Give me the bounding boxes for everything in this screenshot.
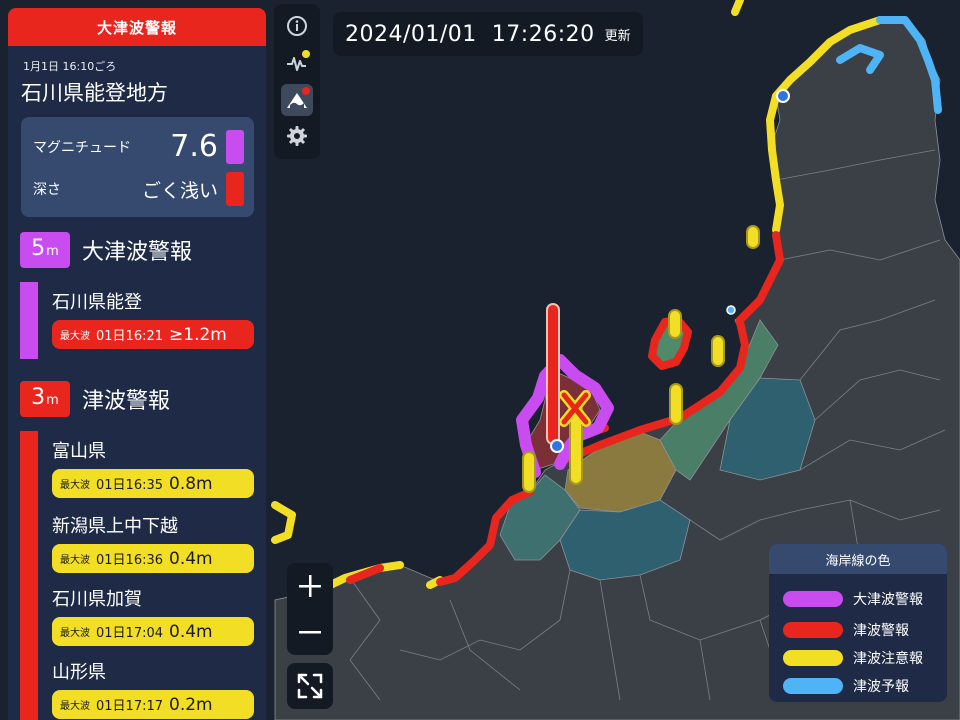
gear-icon <box>287 126 307 146</box>
max-wave-pill: 最大波 01日16:35 0.8m <box>52 469 254 498</box>
legend-label: 大津波警報 <box>853 592 923 608</box>
plus-icon <box>299 575 321 597</box>
max-wave-height: 0.4m <box>169 548 213 569</box>
max-wave-time: 01日16:35 <box>96 478 164 493</box>
update-timestamp: 2024/01/01 17:26:20 更新 <box>333 12 643 56</box>
station-marker[interactable] <box>726 305 736 315</box>
settings-button[interactable] <box>281 120 313 152</box>
expand-icon <box>297 673 323 699</box>
major-warning-height-badge: 5m <box>20 232 70 268</box>
legend-item: 津波予報 <box>783 676 909 696</box>
legend-swatch <box>783 622 843 638</box>
major-warning-header: 5m 大津波警報 <box>20 232 192 268</box>
station-marker[interactable] <box>776 89 790 103</box>
max-wave-height: 0.4m <box>169 621 213 642</box>
info-button[interactable] <box>281 10 313 42</box>
max-wave-height: 0.2m <box>169 694 213 715</box>
max-wave-label: 最大波 <box>60 555 90 566</box>
fault-segment-red <box>546 303 560 445</box>
timestamp-datetime: 2024/01/01 17:26:20 <box>345 21 595 47</box>
legend-item: 大津波警報 <box>783 589 923 609</box>
zoom-control <box>287 563 333 655</box>
area-name: 石川県能登 <box>52 292 142 313</box>
quake-info-box: マグニチュード 7.6 深さ ごく浅い <box>21 117 254 217</box>
fullscreen-button[interactable] <box>287 663 333 709</box>
max-wave-time: 01日17:04 <box>96 626 164 641</box>
max-wave-label: 最大波 <box>60 480 90 491</box>
legend-item: 津波警報 <box>783 620 909 640</box>
tsunami-badge <box>302 87 310 95</box>
area-name: 山形県 <box>52 662 106 683</box>
max-wave-pill: 最大波 01日16:36 0.4m <box>52 544 254 573</box>
station-marker[interactable] <box>550 439 564 453</box>
zoom-in-button[interactable] <box>287 563 333 609</box>
major-warning-title: 大津波警報 <box>82 240 193 265</box>
max-wave-pill: 最大波 01日16:21 ≥1.2m <box>52 320 254 349</box>
depth-label: 深さ <box>33 182 61 198</box>
tsunami-info-panel: 大津波警報 1月1日 16:10ごろ 石川県能登地方 マグニチュード 7.6 深… <box>8 8 266 720</box>
depth-color-swatch <box>226 172 244 206</box>
timestamp-suffix: 更新 <box>604 28 631 44</box>
area-item[interactable]: 山形県 最大波 01日17:17 0.2m <box>52 658 254 719</box>
max-wave-label: 最大波 <box>60 628 90 639</box>
max-wave-time: 01日16:36 <box>96 553 164 568</box>
max-wave-time: 01日16:21 <box>96 329 164 344</box>
max-wave-time: 01日17:17 <box>96 699 164 714</box>
major-warning-bar <box>20 282 38 359</box>
warning-height: 3 <box>31 385 46 410</box>
area-name: 石川県加賀 <box>52 589 142 610</box>
warning-header: 3m 津波警報 <box>20 381 170 417</box>
legend-label: 津波注意報 <box>853 651 923 667</box>
area-item[interactable]: 石川県能登 最大波 01日16:21 ≥1.2m <box>52 288 254 349</box>
legend-swatch <box>783 591 843 607</box>
area-name: 新潟県上中下越 <box>52 516 178 537</box>
warning-unit: m <box>46 393 59 408</box>
warning-title: 津波警報 <box>82 389 171 414</box>
magnitude-color-swatch <box>226 129 244 164</box>
panel-title: 大津波警報 <box>96 18 177 37</box>
quake-region: 石川県能登地方 <box>21 81 168 105</box>
major-warning-height: 5 <box>31 236 46 261</box>
tsunami-button[interactable] <box>281 84 313 116</box>
max-wave-pill: 最大波 01日17:17 0.2m <box>52 690 254 719</box>
max-wave-label: 最大波 <box>60 701 90 712</box>
magnitude-row: マグニチュード 7.6 <box>33 129 244 164</box>
magnitude-value: 7.6 <box>170 129 218 164</box>
area-item[interactable]: 石川県加賀 最大波 01日17:04 0.4m <box>52 585 254 646</box>
panel-header: 大津波警報 <box>8 8 266 46</box>
area-name: 富山県 <box>52 441 106 462</box>
seismic-button[interactable] <box>281 47 313 79</box>
quake-time: 1月1日 16:10ごろ <box>23 60 117 73</box>
legend-label: 津波警報 <box>853 623 909 639</box>
area-item[interactable]: 富山県 最大波 01日16:35 0.8m <box>52 437 254 498</box>
warning-bar <box>20 431 38 720</box>
seismic-badge <box>302 50 310 58</box>
legend-item: 津波注意報 <box>783 648 923 668</box>
legend-title: 海岸線の色 <box>769 544 947 574</box>
max-wave-height: 0.8m <box>169 473 213 494</box>
info-icon <box>287 16 307 36</box>
depth-value: ごく浅い <box>141 179 218 202</box>
legend-swatch <box>783 678 843 694</box>
major-warning-unit: m <box>46 244 59 259</box>
legend-label: 津波予報 <box>853 679 909 695</box>
legend-swatch <box>783 650 843 666</box>
warning-height-badge: 3m <box>20 381 70 417</box>
max-wave-label: 最大波 <box>60 331 90 342</box>
coastline-legend: 海岸線の色 大津波警報 津波警報 津波注意報 津波予報 <box>769 544 947 702</box>
magnitude-label: マグニチュード <box>33 139 131 156</box>
minus-icon <box>299 631 321 634</box>
max-wave-pill: 最大波 01日17:04 0.4m <box>52 617 254 646</box>
map-toolbar <box>274 4 320 159</box>
area-item[interactable]: 新潟県上中下越 最大波 01日16:36 0.4m <box>52 512 254 573</box>
depth-row: 深さ ごく浅い <box>33 172 244 206</box>
max-wave-height: ≥1.2m <box>169 324 227 345</box>
zoom-out-button[interactable] <box>287 609 333 655</box>
